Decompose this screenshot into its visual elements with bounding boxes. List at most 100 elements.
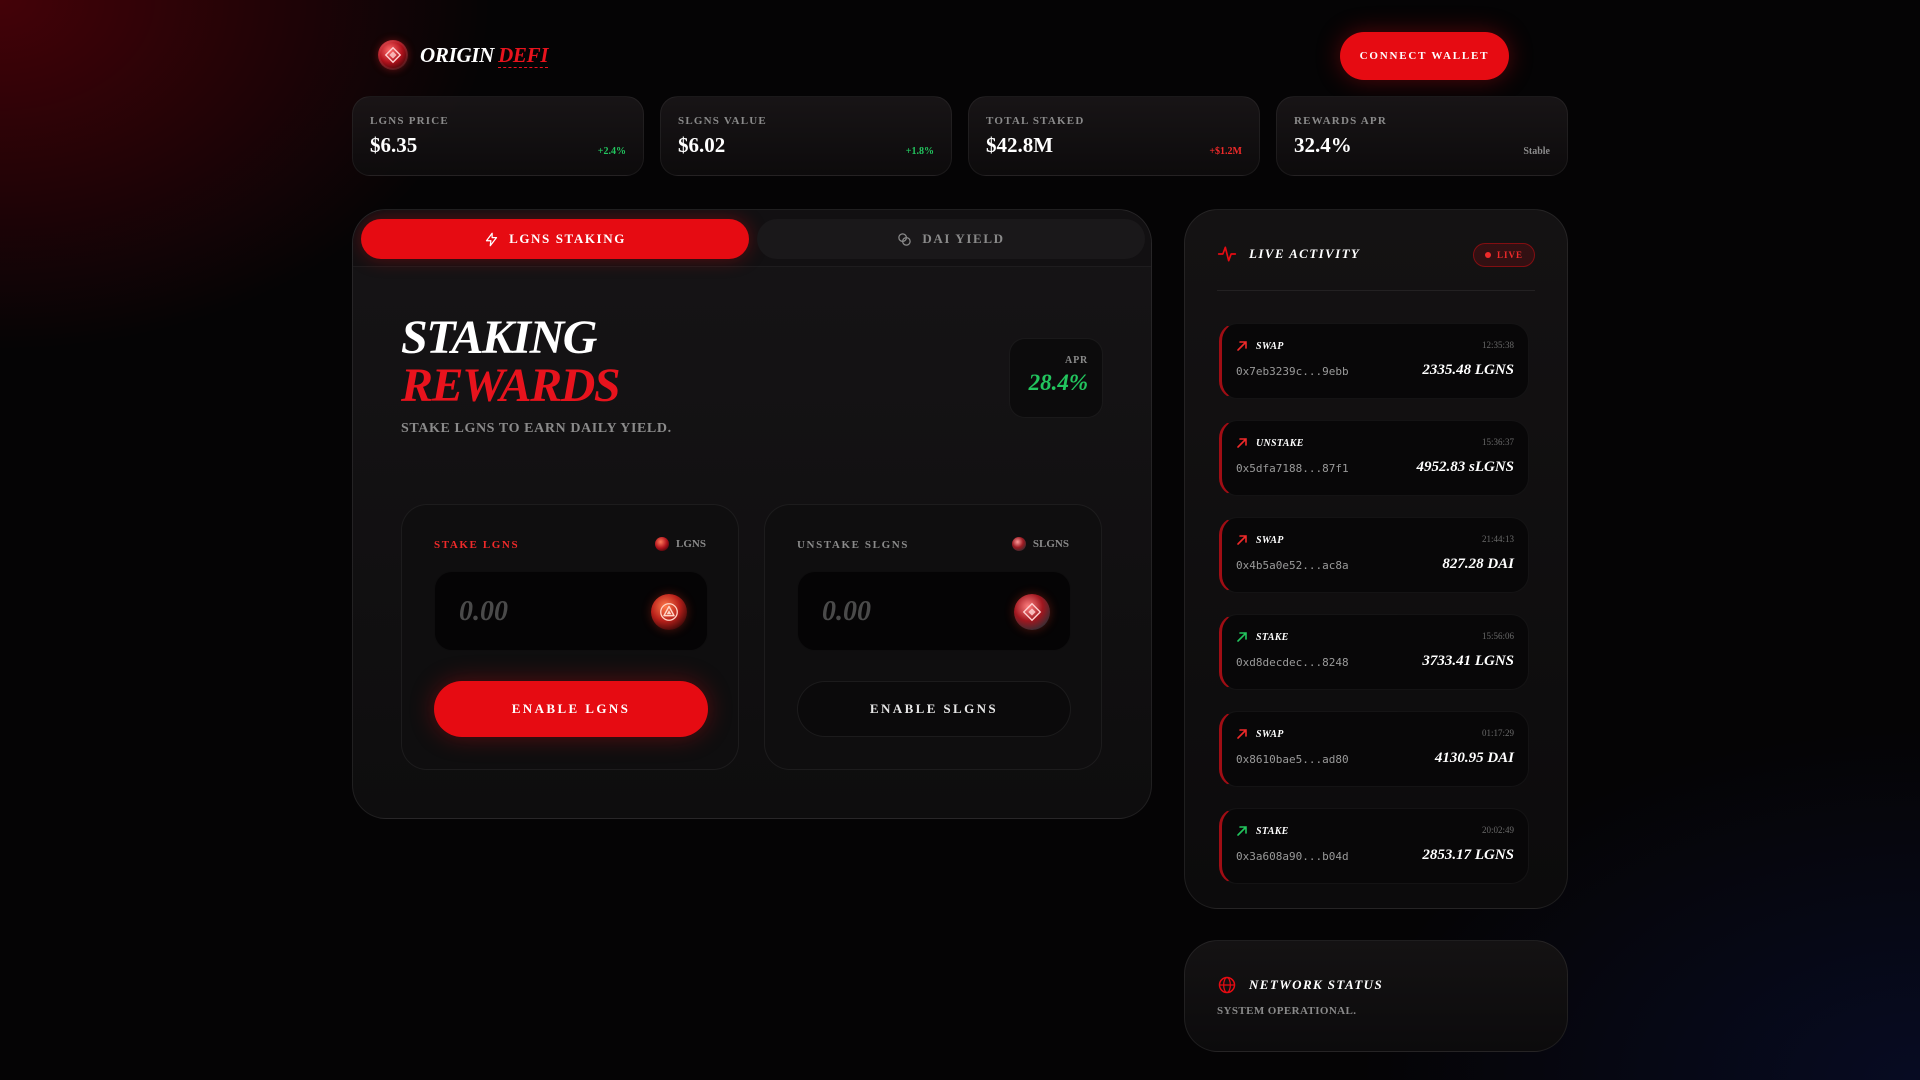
stat-change: +2.4% xyxy=(597,146,626,157)
connect-wallet-button[interactable]: CONNECT WALLET xyxy=(1340,32,1509,80)
activity-item[interactable]: SWAP 01:17:29 0x8610bae5...ad80 4130.95 … xyxy=(1219,711,1529,787)
stat-value: $42.8M xyxy=(986,133,1054,157)
activity-type: SWAP xyxy=(1256,535,1284,546)
stat-label: SLGNS VALUE xyxy=(678,115,767,127)
amount-field xyxy=(797,571,1071,651)
activity-hash: 0xd8decdec...8248 xyxy=(1236,656,1349,669)
stat-card-slgns-value: SLGNS VALUE $6.02 +1.8% xyxy=(660,96,952,176)
activity-type: UNSTAKE xyxy=(1256,438,1304,449)
card-label: UNSTAKE SLGNS xyxy=(797,539,909,551)
network-header: NETWORK STATUS xyxy=(1217,975,1383,995)
activity-item[interactable]: STAKE 15:56:06 0xd8decdec...8248 3733.41… xyxy=(1219,614,1529,690)
activity-time: 15:56:06 xyxy=(1481,631,1514,641)
amount-field xyxy=(434,571,708,651)
network-status-text: SYSTEM OPERATIONAL. xyxy=(1217,1005,1357,1017)
stat-value: 32.4% xyxy=(1294,133,1352,157)
activity-time: 01:17:29 xyxy=(1481,728,1514,738)
live-dot-icon xyxy=(1484,252,1491,258)
activity-time: 12:35:38 xyxy=(1481,340,1514,350)
activity-type: SWAP xyxy=(1256,729,1284,740)
enable-slgns-button[interactable]: ENABLE SLGNS xyxy=(797,681,1071,737)
network-title: NETWORK STATUS xyxy=(1249,977,1384,992)
stake-amount-input[interactable] xyxy=(459,592,639,632)
diamond-emblem-icon xyxy=(384,46,402,64)
staking-panel: LGNS STAKING DAI YIELD STAKING REWARDS S… xyxy=(352,209,1152,819)
stat-change: +1.8% xyxy=(905,146,934,157)
activity-amount: 4130.95 DAI xyxy=(1434,750,1514,766)
brand-name-accent: DEFI xyxy=(498,42,549,68)
pulse-icon xyxy=(1217,246,1237,262)
slgns-coin-icon xyxy=(1011,537,1026,551)
activity-header: LIVE ACTIVITY xyxy=(1217,244,1360,264)
tab-label: DAI YIELD xyxy=(922,231,1005,246)
activity-time: 15:36:37 xyxy=(1481,437,1514,447)
arrow-up-right-icon xyxy=(1237,438,1247,448)
activity-type: SWAP xyxy=(1256,341,1284,352)
tab-bar: LGNS STAKING DAI YIELD xyxy=(353,210,1151,267)
brand-name: ORIGIN DEFI xyxy=(420,42,549,68)
tab-label: LGNS STAKING xyxy=(509,231,626,246)
stake-lgns-card: STAKE LGNS LGNS ENABLE LGNS xyxy=(401,504,739,770)
tab-lgns-staking[interactable]: LGNS STAKING xyxy=(361,219,749,259)
diamond-emblem-icon xyxy=(1022,602,1042,622)
stat-card-lgns-price: LGNS PRICE $6.35 +2.4% xyxy=(352,96,644,176)
card-label: STAKE LGNS xyxy=(434,539,520,551)
page-title-line2: REWARDS xyxy=(401,359,621,412)
activity-time: 21:44:13 xyxy=(1481,534,1514,544)
apr-badge: APR 28.4% xyxy=(1009,338,1103,418)
live-activity-panel: LIVE ACTIVITY LIVE SWAP 12:35:38 0x7eb32… xyxy=(1184,209,1568,909)
activity-item[interactable]: STAKE 20:02:49 0x3a608a90...b04d 2853.17… xyxy=(1219,808,1529,884)
token-indicator: SLGNS xyxy=(1011,537,1069,551)
token-name: SLGNS xyxy=(1032,538,1069,550)
activity-amount: 2853.17 LGNS xyxy=(1422,847,1514,863)
coins-icon xyxy=(898,232,912,246)
apr-value: 28.4% xyxy=(1028,370,1088,395)
activity-amount: 4952.83 sLGNS xyxy=(1416,459,1514,475)
activity-item[interactable]: SWAP 12:35:38 0x7eb3239c...9ebb 2335.48 … xyxy=(1219,323,1529,399)
activity-amount: 2335.48 LGNS xyxy=(1422,362,1514,378)
stat-label: REWARDS APR xyxy=(1294,115,1387,127)
stat-card-total-staked: TOTAL STAKED $42.8M +$1.2M xyxy=(968,96,1260,176)
enable-lgns-button[interactable]: ENABLE LGNS xyxy=(434,681,708,737)
activity-amount: 827.28 DAI xyxy=(1442,556,1514,572)
unstake-slgns-card: UNSTAKE SLGNS SLGNS ENABLE SLGNS xyxy=(764,504,1102,770)
arrow-up-right-icon xyxy=(1237,826,1247,836)
lgns-token-icon xyxy=(651,594,687,630)
activity-hash: 0x3a608a90...b04d xyxy=(1236,850,1349,863)
activity-item[interactable]: SWAP 21:44:13 0x4b5a0e52...ac8a 827.28 D… xyxy=(1219,517,1529,593)
activity-amount: 3733.41 LGNS xyxy=(1422,653,1514,669)
arrow-up-right-icon xyxy=(1237,535,1247,545)
activity-title: LIVE ACTIVITY xyxy=(1249,246,1361,261)
logo-coin-icon xyxy=(378,40,408,70)
tab-dai-yield[interactable]: DAI YIELD xyxy=(757,219,1145,259)
stat-change: Stable xyxy=(1523,146,1550,157)
activity-type: STAKE xyxy=(1256,632,1289,643)
token-indicator: LGNS xyxy=(655,537,706,551)
triangle-emblem-icon xyxy=(660,603,678,621)
stat-label: LGNS PRICE xyxy=(370,115,449,127)
activity-item[interactable]: UNSTAKE 15:36:37 0x5dfa7188...87f1 4952.… xyxy=(1219,420,1529,496)
activity-hash: 0x4b5a0e52...ac8a xyxy=(1236,559,1349,572)
live-badge-label: LIVE xyxy=(1496,250,1523,260)
arrow-up-right-icon xyxy=(1237,341,1247,351)
brand-name-primary: ORIGIN xyxy=(420,42,495,67)
unstake-amount-input[interactable] xyxy=(822,592,1002,632)
page-title-line1: STAKING xyxy=(401,311,597,364)
activity-hash: 0x7eb3239c...9ebb xyxy=(1236,365,1349,378)
stat-value: $6.02 xyxy=(678,133,726,157)
token-name: LGNS xyxy=(676,538,706,550)
divider xyxy=(1217,290,1535,291)
page-subtitle: STAKE LGNS TO EARN DAILY YIELD. xyxy=(401,421,672,436)
arrow-up-right-icon xyxy=(1237,729,1247,739)
activity-type: STAKE xyxy=(1256,826,1289,837)
brand-logo[interactable]: ORIGIN DEFI xyxy=(378,40,549,70)
stat-value: $6.35 xyxy=(370,133,418,157)
stat-change: +$1.2M xyxy=(1209,146,1242,157)
activity-hash: 0x5dfa7188...87f1 xyxy=(1236,462,1349,475)
stat-card-rewards-apr: REWARDS APR 32.4% Stable xyxy=(1276,96,1568,176)
apr-label: APR xyxy=(1065,355,1088,366)
network-status-panel: NETWORK STATUS SYSTEM OPERATIONAL. xyxy=(1184,940,1568,1052)
arrow-up-right-icon xyxy=(1237,632,1247,642)
activity-time: 20:02:49 xyxy=(1481,825,1514,835)
activity-hash: 0x8610bae5...ad80 xyxy=(1236,753,1349,766)
